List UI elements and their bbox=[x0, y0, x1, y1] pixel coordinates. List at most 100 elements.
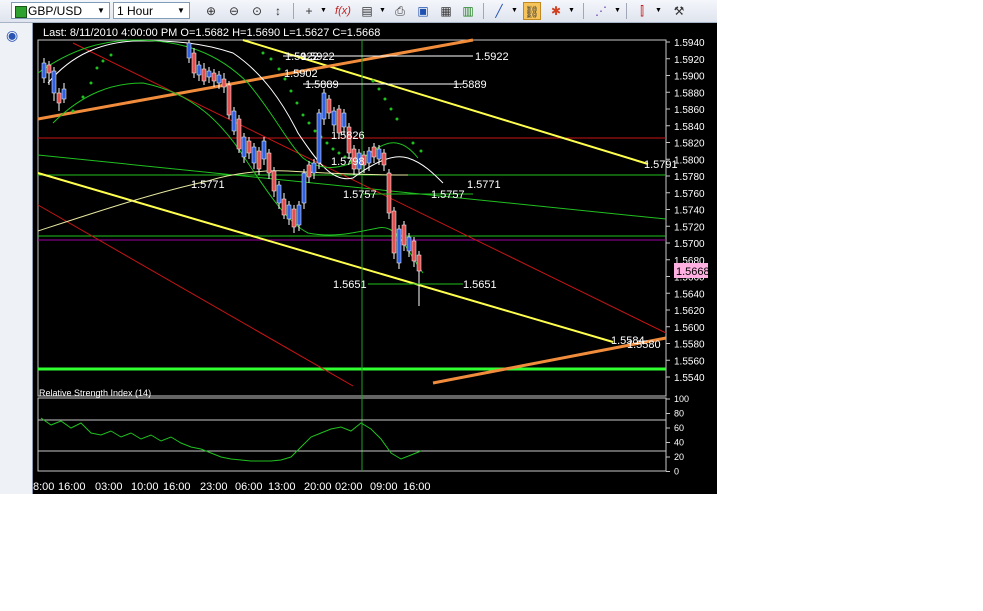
candle-body bbox=[396, 228, 402, 264]
timeframe-select[interactable]: 1 Hour ▼ bbox=[113, 2, 190, 19]
candle-body bbox=[391, 210, 397, 254]
symbol-select[interactable]: GBP/USD ▼ bbox=[11, 2, 110, 19]
vertical-scale-icon[interactable]: ↕ bbox=[269, 2, 287, 20]
candle-body bbox=[411, 240, 417, 262]
chevron-down-icon[interactable]: ▼ bbox=[655, 2, 663, 20]
candle-body bbox=[401, 224, 407, 246]
sar-dot bbox=[261, 51, 265, 55]
ohlc-header: Last: 8/11/2010 4:00:00 PM O=1.5682 H=1.… bbox=[43, 27, 380, 39]
candle-body bbox=[376, 148, 382, 160]
candle-body bbox=[301, 172, 307, 204]
sar-dot bbox=[95, 66, 99, 70]
chevron-down-icon[interactable]: ▼ bbox=[95, 3, 107, 18]
chart-properties-icon[interactable]: ▤ bbox=[358, 2, 376, 20]
zoom-in-icon[interactable]: ⊕ bbox=[202, 2, 220, 20]
price-tick-label: 1.5940 bbox=[674, 38, 705, 49]
symbol-value: GBP/USD bbox=[28, 4, 83, 18]
level-label: 1.5757 bbox=[431, 189, 465, 201]
price-tick-label: 1.5740 bbox=[674, 206, 705, 217]
sar-dot bbox=[295, 101, 299, 105]
rsi-tick-label: 60 bbox=[674, 423, 684, 433]
sar-dot bbox=[371, 79, 375, 83]
chevron-down-icon[interactable]: ▼ bbox=[511, 2, 519, 20]
time-tick-label: 09:00 bbox=[370, 481, 398, 493]
price-tick-label: 1.5700 bbox=[674, 239, 705, 250]
time-tick-label: 23:00 bbox=[200, 481, 228, 493]
chevron-down-icon[interactable]: ▼ bbox=[568, 2, 576, 20]
trading-app-window: GBP/USD ▼ 1 Hour ▼ ⊕ ⊖ ⊙ ↕ + ▼ f(x) ▤ ▼ … bbox=[0, 0, 717, 494]
level-label: 1.5580 bbox=[627, 339, 661, 351]
cursor-icon[interactable]: ✱ bbox=[547, 2, 565, 20]
template-icon[interactable]: ▦ bbox=[437, 2, 455, 20]
price-tick-label: 1.5820 bbox=[674, 139, 705, 150]
save-icon[interactable]: ▣ bbox=[414, 2, 432, 20]
price-tick-label: 1.5600 bbox=[674, 323, 705, 334]
time-tick-label: 06:00 bbox=[235, 481, 263, 493]
sar-dot bbox=[313, 129, 317, 133]
candle-body bbox=[306, 164, 312, 178]
price-tick-label: 1.5800 bbox=[674, 155, 705, 166]
level-label: 1.5826 bbox=[331, 130, 365, 142]
price-tick-label: 1.5580 bbox=[674, 340, 705, 351]
sar-dot bbox=[81, 95, 85, 99]
crosshair-icon[interactable]: + bbox=[300, 2, 318, 20]
level-label: 1.5889 bbox=[453, 79, 487, 91]
toolbar-separator bbox=[483, 3, 484, 19]
rsi-tick-label: 80 bbox=[674, 409, 684, 419]
sar-dot bbox=[377, 87, 381, 91]
zoom-out-icon[interactable]: ⊖ bbox=[225, 2, 243, 20]
sar-dot bbox=[71, 109, 75, 113]
bar-type-icon[interactable]: ⫿ bbox=[633, 2, 651, 20]
candle-body bbox=[406, 236, 412, 252]
rsi-tick-label: 20 bbox=[674, 452, 684, 462]
zoom-fit-icon[interactable]: ⊙ bbox=[248, 2, 266, 20]
chevron-down-icon[interactable]: ▼ bbox=[320, 2, 328, 20]
price-tick-label: 1.5780 bbox=[674, 172, 705, 183]
candle-body bbox=[256, 150, 262, 170]
candle-body bbox=[251, 146, 257, 164]
candle-body bbox=[326, 98, 332, 114]
candle-body bbox=[51, 70, 57, 94]
candle-body bbox=[266, 152, 272, 174]
time-tick-label: 03:00 bbox=[95, 481, 123, 493]
price-tick-label: 1.5720 bbox=[674, 222, 705, 233]
level-label: 1.5651 bbox=[333, 279, 367, 291]
candle-body bbox=[316, 112, 322, 164]
currency-pair-icon bbox=[15, 6, 27, 18]
time-tick-label: 16:00 bbox=[163, 481, 191, 493]
eye-icon[interactable]: ◉ bbox=[6, 27, 18, 44]
candle-body bbox=[201, 68, 207, 82]
save-template-icon[interactable]: ▥ bbox=[459, 2, 477, 20]
chevron-down-icon[interactable]: ▼ bbox=[614, 2, 622, 20]
chevron-down-icon[interactable]: ▼ bbox=[175, 3, 187, 18]
candle-body bbox=[41, 62, 47, 79]
candle-body bbox=[271, 170, 277, 192]
sar-dot bbox=[277, 67, 281, 71]
sar-dot bbox=[269, 57, 273, 61]
candle-body bbox=[386, 172, 392, 214]
sar-dot bbox=[337, 151, 341, 155]
sar-dot bbox=[325, 141, 329, 145]
candle-body bbox=[291, 208, 297, 228]
current-price-label: 1.5668 bbox=[676, 266, 710, 278]
sar-dot bbox=[331, 147, 335, 151]
indicator-icon[interactable]: ⋰ bbox=[592, 2, 610, 20]
candle-body bbox=[286, 204, 292, 220]
candle-body bbox=[191, 52, 197, 74]
function-icon[interactable]: f(x) bbox=[334, 2, 352, 20]
chart-area[interactable]: Last: 8/11/2010 4:00:00 PM O=1.5682 H=1.… bbox=[33, 23, 717, 494]
line-tool-icon[interactable]: ╱ bbox=[490, 2, 508, 20]
link-icon[interactable]: ⛓ bbox=[523, 2, 541, 20]
sar-dot bbox=[307, 121, 311, 125]
level-label: 1.5922 bbox=[475, 51, 509, 63]
sar-dot bbox=[289, 89, 293, 93]
chevron-down-icon[interactable]: ▼ bbox=[379, 2, 387, 20]
rsi-tick-label: 100 bbox=[674, 394, 689, 404]
tools-icon[interactable]: ⚒ bbox=[670, 2, 688, 20]
candle-body bbox=[216, 74, 222, 84]
print-icon[interactable]: ⎙ bbox=[391, 2, 409, 20]
candle-body bbox=[381, 152, 387, 166]
sar-dot bbox=[411, 141, 415, 145]
time-tick-label: 13:00 bbox=[268, 481, 296, 493]
rsi-title: Relative Strength Index (14) bbox=[39, 388, 151, 398]
